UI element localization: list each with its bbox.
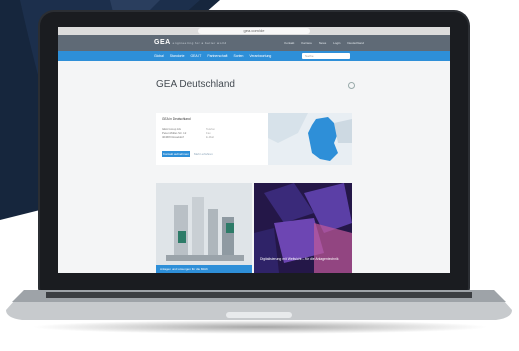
feature-tile-plant[interactable] <box>156 183 252 273</box>
nav-item[interactable]: Verantwortung <box>249 54 271 58</box>
contact-details: Telefon Fax E-Mail <box>206 127 246 139</box>
address-line: 40468 Düsseldorf <box>162 135 184 139</box>
nav-item[interactable]: Global <box>154 54 164 58</box>
utility-links: Kontakt Karriere News Login Deutschland <box>278 41 364 45</box>
nav-item[interactable]: Partnerschaft <box>207 54 227 58</box>
contact-line: E-Mail <box>206 135 214 139</box>
nav-item[interactable]: Standorte <box>170 54 185 58</box>
share-icon[interactable] <box>348 82 355 89</box>
address-bar[interactable]: gea.com/de <box>198 28 310 34</box>
nav-items: Global Standorte GEA IT Partnerschaft So… <box>154 54 276 58</box>
laptop-shadow <box>30 320 490 334</box>
utility-link[interactable]: Login <box>333 41 340 45</box>
card-heading: GEA in Deutschland <box>162 117 191 121</box>
trackpad-notch <box>226 312 292 318</box>
germany-shape <box>308 117 338 161</box>
search-input[interactable]: Suche <box>302 53 350 59</box>
map-graphic <box>268 113 352 161</box>
tile-caption: Anlagen und Lösungen für die Milch <box>156 265 252 273</box>
page-title: GEA Deutschland <box>156 79 235 90</box>
site-header <box>58 35 450 51</box>
industrial-plant-image <box>156 183 252 273</box>
utility-link[interactable]: Karriere <box>301 41 312 45</box>
nav-item[interactable]: GEA IT <box>190 54 201 58</box>
address-block: GEA Group AG Peter-Müller-Str. 12 40468 … <box>162 127 202 139</box>
utility-link[interactable]: News <box>319 41 327 45</box>
nav-item[interactable]: Sorten <box>233 54 243 58</box>
laptop-screen: gea.com/de GEA engineering for a better w… <box>58 27 450 273</box>
gea-logo[interactable]: GEA engineering for a better world <box>154 39 227 46</box>
more-link[interactable]: Mehr erfahren <box>194 152 213 156</box>
laptop-base <box>6 290 512 320</box>
utility-link[interactable]: Kontakt <box>284 41 294 45</box>
germany-map <box>268 113 352 165</box>
tile-caption: Digitalisierung mit Weitsicht – für die … <box>260 257 339 261</box>
contact-button[interactable]: Kontakt aufnehmen <box>162 151 190 157</box>
utility-link[interactable]: Deutschland <box>347 41 364 45</box>
